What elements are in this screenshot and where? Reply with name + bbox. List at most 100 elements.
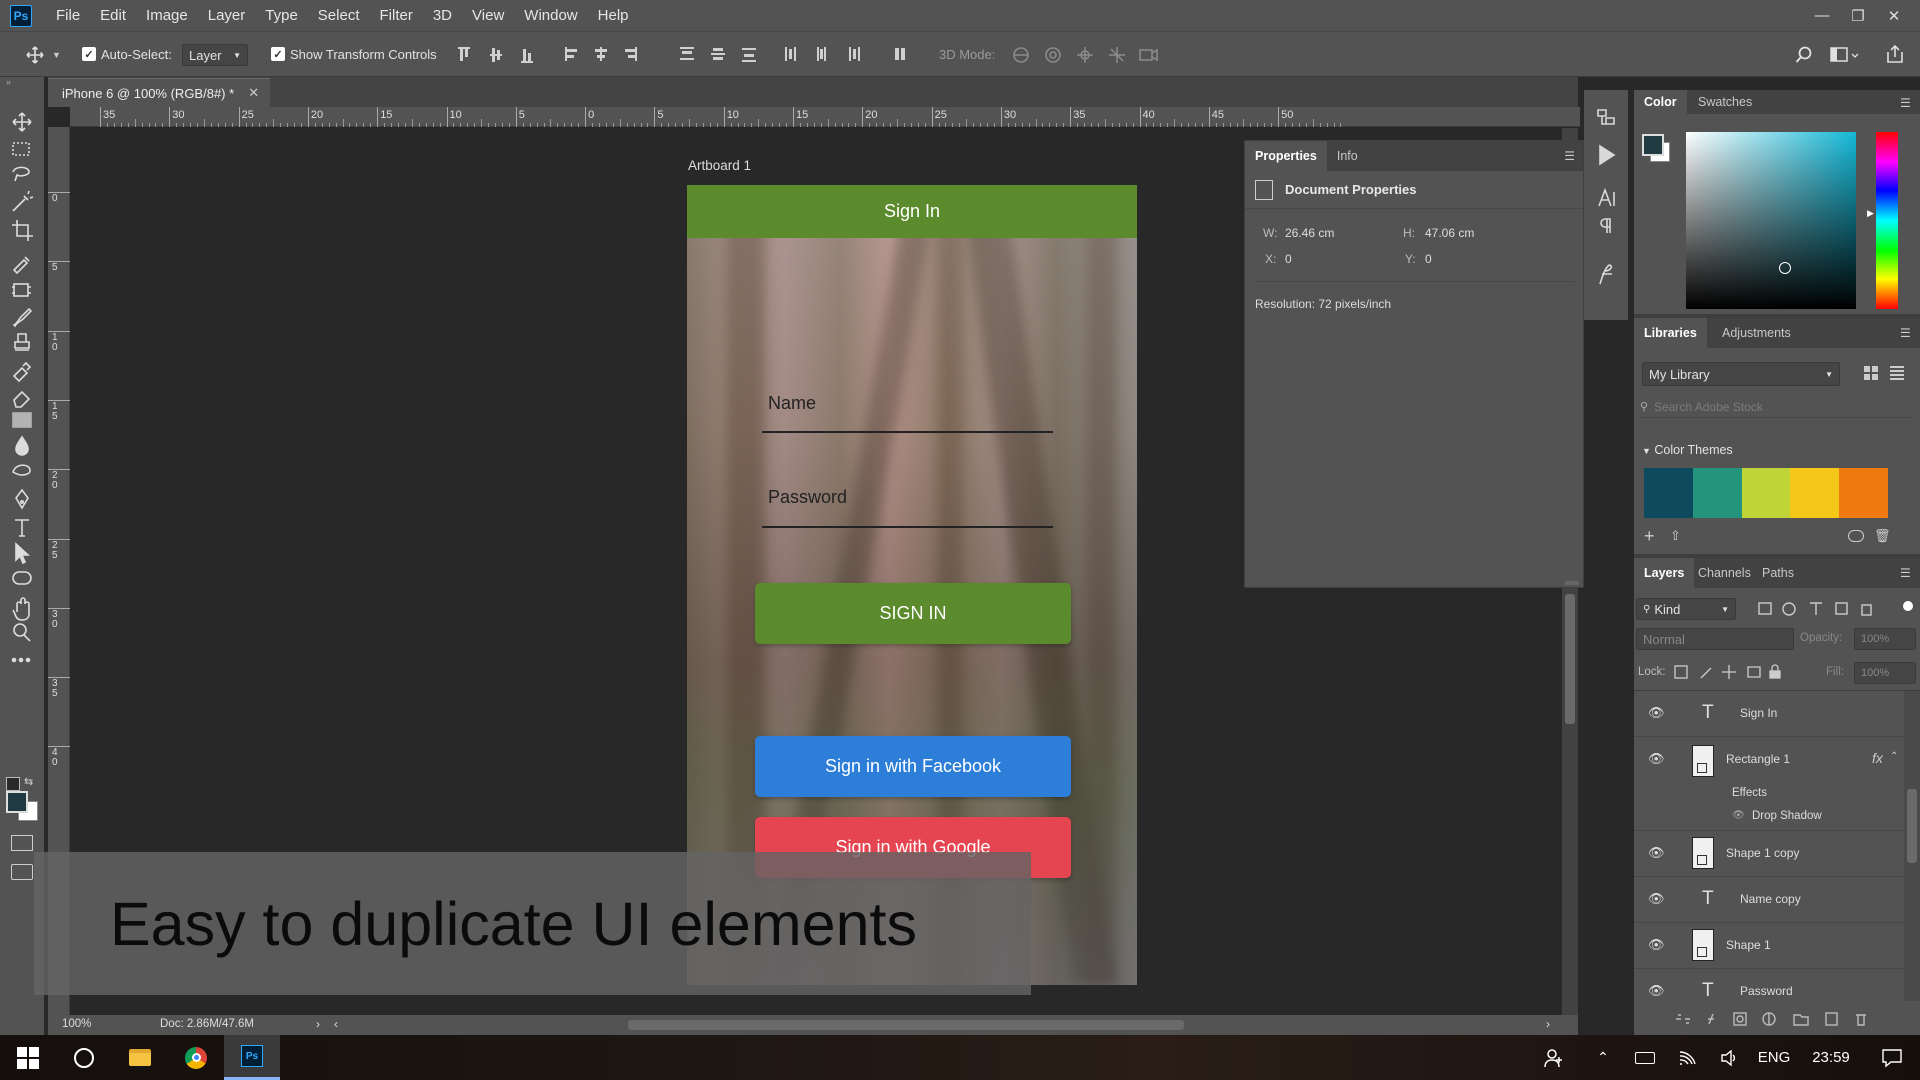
- hue-slider-arrow-icon[interactable]: ▶: [1867, 208, 1874, 219]
- list-view-icon[interactable]: [1890, 366, 1904, 380]
- layer-name[interactable]: Shape 1: [1726, 938, 1771, 952]
- upload-icon[interactable]: ⇧: [1670, 528, 1681, 544]
- library-dropdown[interactable]: My Library ▼: [1642, 362, 1840, 386]
- layer-row[interactable]: 👁 T Name copy: [1634, 877, 1904, 923]
- layer-row[interactable]: 👁 Rectangle 1 fx ⌃: [1634, 737, 1904, 783]
- creative-cloud-icon[interactable]: [1848, 530, 1864, 542]
- x-value[interactable]: 0: [1285, 252, 1292, 266]
- visibility-eye-icon[interactable]: 👁: [1648, 983, 1665, 999]
- color-field[interactable]: [1686, 132, 1856, 309]
- layer-filter-icons[interactable]: [1758, 600, 1918, 618]
- zoom-level[interactable]: 100%: [62, 1018, 91, 1030]
- collapse-effects-icon[interactable]: ⌃: [1890, 751, 1898, 762]
- screen-mode-icon[interactable]: [11, 864, 33, 880]
- auto-select-dropdown[interactable]: Layer ▼: [182, 44, 248, 66]
- hue-slider[interactable]: [1876, 132, 1898, 309]
- align-distribute-icons[interactable]: [455, 44, 925, 66]
- quick-mask-icon[interactable]: [11, 835, 33, 851]
- tab-channels[interactable]: Channels: [1688, 558, 1761, 588]
- foreground-color-swatch[interactable]: [6, 791, 28, 813]
- tab-paths[interactable]: Paths: [1752, 558, 1804, 588]
- menu-edit[interactable]: Edit: [90, 7, 136, 24]
- layers-scrollbar[interactable]: [1904, 691, 1920, 1001]
- menu-layer[interactable]: Layer: [198, 7, 256, 24]
- wifi-icon[interactable]: [1666, 1035, 1708, 1080]
- opacity-field[interactable]: 100%: [1854, 628, 1916, 650]
- share-icon[interactable]: [1884, 42, 1906, 66]
- visibility-eye-icon[interactable]: 👁: [1648, 751, 1665, 767]
- swap-colors-icon[interactable]: ⇆: [24, 775, 33, 788]
- color-picker-handle[interactable]: [1779, 262, 1791, 274]
- people-icon[interactable]: [1526, 1035, 1582, 1080]
- blend-mode-dropdown[interactable]: Normal: [1636, 628, 1794, 650]
- y-value[interactable]: 0: [1425, 252, 1432, 266]
- adobe-stock-search[interactable]: ⚲ Search Adobe Stock: [1640, 396, 1914, 418]
- effect-visibility-eye-icon[interactable]: 👁: [1732, 810, 1745, 821]
- vertical-scroll-thumb[interactable]: [1565, 594, 1575, 724]
- grid-view-icon[interactable]: [1864, 366, 1878, 380]
- notifications-icon[interactable]: [1864, 1035, 1920, 1080]
- panel-menu-icon[interactable]: ☰: [1564, 141, 1583, 171]
- trash-icon[interactable]: 🗑: [1874, 528, 1891, 544]
- chrome-icon[interactable]: [168, 1035, 224, 1080]
- layer-name[interactable]: Shape 1 copy: [1726, 846, 1799, 860]
- document-tab[interactable]: iPhone 6 @ 100% (RGB/8#) * ✕: [48, 78, 270, 107]
- menu-type[interactable]: Type: [255, 7, 308, 24]
- show-transform-checkbox[interactable]: ✓: [271, 47, 285, 61]
- scroll-left-icon[interactable]: ‹: [334, 1017, 338, 1031]
- lock-icons[interactable]: [1674, 664, 1784, 680]
- layer-row[interactable]: 👁 T Sign In: [1634, 691, 1904, 737]
- clock[interactable]: 23:59: [1798, 1035, 1864, 1080]
- libraries-panel-menu-icon[interactable]: ☰: [1900, 326, 1911, 340]
- horizontal-scroll-thumb[interactable]: [628, 1020, 1184, 1030]
- artboard-label[interactable]: Artboard 1: [688, 158, 751, 173]
- close-window-icon[interactable]: ✕: [1876, 0, 1912, 31]
- sign-in-button[interactable]: SIGN IN: [755, 583, 1071, 644]
- fx-badge[interactable]: fx: [1872, 750, 1883, 766]
- color-panel-menu-icon[interactable]: ☰: [1900, 96, 1911, 110]
- visibility-eye-icon[interactable]: 👁: [1648, 705, 1665, 721]
- layer-kind-filter[interactable]: ⚲ Kind ▼: [1636, 598, 1736, 620]
- layers-panel-menu-icon[interactable]: ☰: [1900, 566, 1911, 580]
- visibility-eye-icon[interactable]: 👁: [1648, 891, 1665, 907]
- tab-color[interactable]: Color: [1634, 90, 1687, 114]
- layer-row[interactable]: 👁 Shape 1: [1634, 923, 1904, 969]
- layer-name[interactable]: Sign In: [1740, 706, 1777, 720]
- file-explorer-icon[interactable]: [112, 1035, 168, 1080]
- tab-adjustments[interactable]: Adjustments: [1712, 318, 1801, 348]
- tool-preset-chevron-icon[interactable]: ▼: [52, 50, 61, 60]
- close-tab-icon[interactable]: ✕: [248, 85, 259, 101]
- search-icon[interactable]: [1793, 44, 1815, 66]
- facebook-button[interactable]: Sign in with Facebook: [755, 736, 1071, 797]
- layer-action-icons[interactable]: [1674, 1010, 1914, 1028]
- workspace-switcher-icon[interactable]: [1828, 44, 1862, 66]
- menu-window[interactable]: Window: [514, 7, 587, 24]
- menu-file[interactable]: File: [46, 7, 90, 24]
- auto-select-checkbox[interactable]: ✓: [82, 47, 96, 61]
- layer-row[interactable]: 👁 Shape 1 copy: [1634, 831, 1904, 877]
- layer-row[interactable]: 👁 T Password: [1634, 969, 1904, 1001]
- show-hidden-icons-icon[interactable]: ⌃: [1582, 1035, 1624, 1080]
- tab-properties[interactable]: Properties: [1245, 141, 1327, 171]
- layer-name[interactable]: Password: [1740, 984, 1793, 998]
- layer-name[interactable]: Rectangle 1: [1726, 752, 1790, 766]
- scroll-right-icon[interactable]: ›: [1546, 1017, 1550, 1031]
- cortana-icon[interactable]: [56, 1035, 112, 1080]
- menu-3d[interactable]: 3D: [423, 7, 462, 24]
- color-themes-header[interactable]: ▼ Color Themes: [1642, 443, 1733, 457]
- collapse-tools-icon[interactable]: »: [6, 77, 11, 87]
- battery-icon[interactable]: [1624, 1035, 1666, 1080]
- volume-icon[interactable]: [1708, 1035, 1750, 1080]
- menu-select[interactable]: Select: [308, 7, 370, 24]
- restore-icon[interactable]: ❐: [1840, 0, 1876, 31]
- color-foreground-swatch[interactable]: [1642, 134, 1664, 156]
- tool-icons[interactable]: [8, 110, 36, 710]
- visibility-eye-icon[interactable]: 👁: [1648, 937, 1665, 953]
- tab-info[interactable]: Info: [1327, 141, 1368, 171]
- status-menu-arrow-icon[interactable]: ›: [316, 1017, 320, 1031]
- photoshop-taskbar-icon[interactable]: Ps: [224, 1035, 280, 1080]
- menu-view[interactable]: View: [462, 7, 514, 24]
- menu-filter[interactable]: Filter: [370, 7, 423, 24]
- 3d-mode-icons[interactable]: [1010, 44, 1160, 66]
- minimize-icon[interactable]: —: [1804, 0, 1840, 31]
